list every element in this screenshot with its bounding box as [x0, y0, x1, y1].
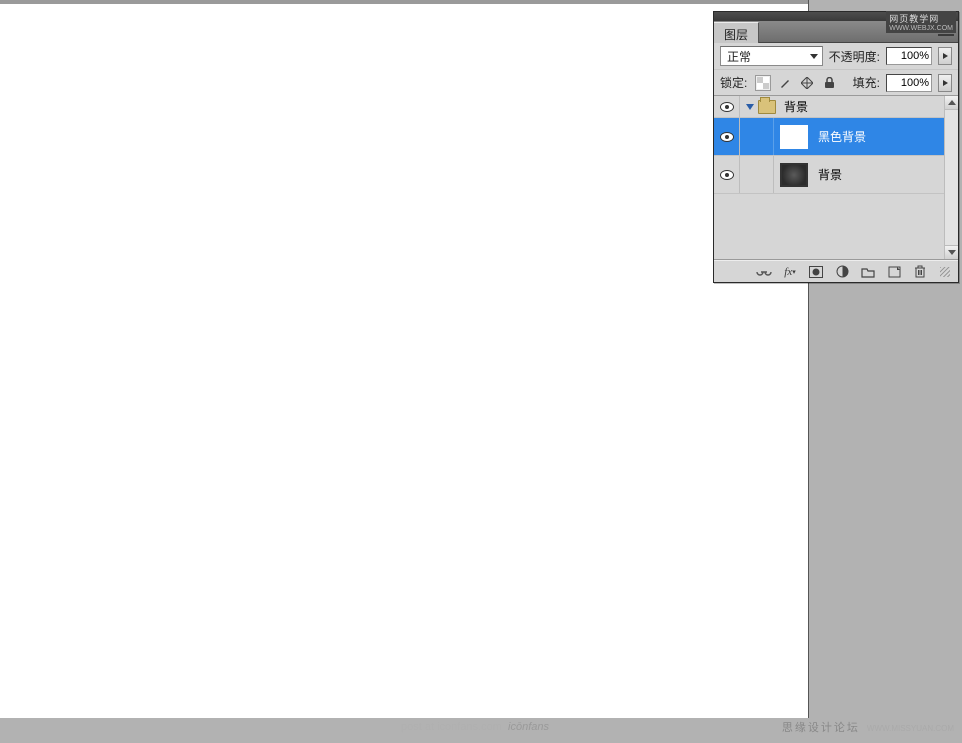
- eye-icon: [720, 170, 734, 180]
- canvas-top-strip: [0, 0, 808, 4]
- lock-label: 锁定:: [720, 74, 747, 91]
- indent: [740, 118, 774, 155]
- watermark-top-right: 网页教学网 WWW.WEBJX.COM: [886, 11, 956, 33]
- fill-stepper[interactable]: [938, 74, 952, 92]
- layer-row[interactable]: 背景: [714, 156, 958, 194]
- folder-icon: [758, 100, 776, 114]
- layer-name: 背景: [818, 166, 842, 183]
- watermark-footer-left: post at iconfans.com icōnfans: [401, 721, 549, 733]
- visibility-toggle[interactable]: [714, 118, 740, 155]
- lock-fill-row: 锁定: 填充: 100%: [714, 69, 958, 95]
- visibility-toggle[interactable]: [714, 96, 740, 117]
- layer-group-row[interactable]: 背景: [714, 96, 958, 118]
- opacity-input[interactable]: 100%: [886, 47, 932, 65]
- resize-grip-icon[interactable]: [940, 267, 950, 277]
- panel-bottom-toolbar: fx▾: [714, 260, 958, 282]
- layer-thumbnail[interactable]: [780, 125, 808, 149]
- layer-name: 背景: [784, 98, 808, 115]
- layer-row-selected[interactable]: 黑色背景: [714, 118, 958, 156]
- trash-icon[interactable]: [912, 265, 928, 279]
- blend-mode-select[interactable]: 正常: [720, 46, 823, 66]
- link-icon[interactable]: [756, 265, 772, 279]
- opacity-stepper[interactable]: [938, 47, 952, 65]
- layer-thumbnail[interactable]: [780, 163, 808, 187]
- layer-name: 黑色背景: [818, 128, 866, 145]
- eye-icon: [720, 132, 734, 142]
- tab-layers[interactable]: 图层: [714, 22, 759, 43]
- eye-icon: [720, 102, 734, 112]
- layers-panel: × 图层 正常 不透明度: 100% 锁定:: [713, 11, 959, 283]
- blend-opacity-row: 正常 不透明度: 100%: [714, 43, 958, 69]
- adjust-icon[interactable]: [834, 265, 850, 279]
- canvas[interactable]: [0, 0, 809, 718]
- group-icon[interactable]: [860, 265, 876, 279]
- mask-icon[interactable]: [808, 265, 824, 279]
- lock-icons: [755, 75, 837, 91]
- lock-pixels-icon[interactable]: [777, 75, 793, 91]
- expand-icon[interactable]: [746, 104, 754, 110]
- blend-mode-value: 正常: [727, 48, 751, 65]
- indent: [740, 156, 774, 193]
- watermark-text: 网页教学网: [889, 14, 939, 24]
- fx-icon[interactable]: fx▾: [782, 265, 798, 279]
- visibility-toggle[interactable]: [714, 156, 740, 193]
- opacity-label: 不透明度:: [829, 48, 880, 65]
- lock-all-icon[interactable]: [821, 75, 837, 91]
- watermark-footer-right: 思缘设计论坛 WWW.MISSYUAN.COM: [782, 719, 954, 735]
- lock-position-icon[interactable]: [799, 75, 815, 91]
- scroll-down-icon[interactable]: [945, 245, 958, 259]
- scrollbar[interactable]: [944, 96, 958, 259]
- fill-input[interactable]: 100%: [886, 74, 932, 92]
- watermark-url: WWW.WEBJX.COM: [889, 25, 953, 32]
- chevron-down-icon: [810, 54, 818, 59]
- new-layer-icon[interactable]: [886, 265, 902, 279]
- lock-transparent-icon[interactable]: [755, 75, 771, 91]
- scroll-up-icon[interactable]: [945, 96, 958, 110]
- layers-list: 背景 黑色背景 背景: [714, 95, 958, 260]
- fill-label: 填充:: [853, 74, 880, 91]
